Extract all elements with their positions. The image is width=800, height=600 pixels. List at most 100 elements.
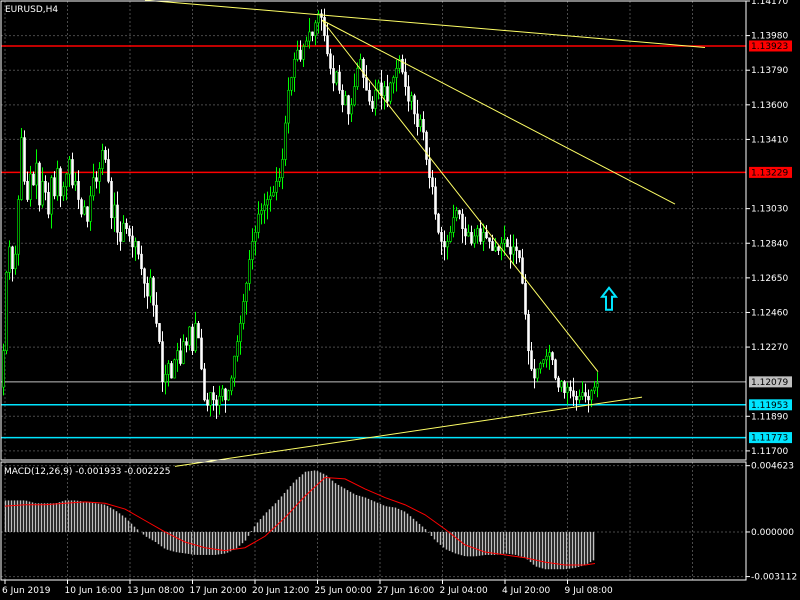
- candle-body: [11, 246, 14, 270]
- candle-body: [503, 239, 506, 244]
- candle-body: [8, 246, 11, 273]
- candle-body: [491, 241, 494, 251]
- candle-body: [191, 326, 194, 352]
- candle-body: [584, 392, 587, 397]
- candle-body: [443, 241, 446, 248]
- candle-body: [212, 392, 215, 401]
- candle-body: [560, 381, 563, 388]
- price-tick-label: 1.14170: [751, 0, 788, 7]
- candle-body: [29, 173, 32, 200]
- candle-body: [170, 363, 173, 379]
- price-tick-label: 1.13790: [751, 66, 788, 76]
- candle-body: [23, 137, 26, 182]
- candle-body: [137, 241, 140, 255]
- candle-body: [242, 301, 245, 324]
- candle-body: [125, 222, 128, 229]
- time-tick-label: 17 Jun 20:00: [190, 586, 247, 596]
- candle-body: [332, 68, 335, 84]
- candle-body: [590, 390, 593, 401]
- candle-body: [122, 222, 125, 242]
- candle-body: [359, 58, 362, 69]
- candle-body: [506, 239, 509, 248]
- candle-body: [350, 104, 353, 115]
- candle-body: [452, 217, 455, 233]
- level-tag-label: 1.11773: [751, 434, 788, 444]
- candle-body: [311, 31, 314, 36]
- candle-body: [467, 232, 470, 237]
- candle-body: [152, 277, 155, 306]
- candle-body: [365, 77, 368, 91]
- time-tick-label: 9 Jul 08:00: [565, 586, 614, 596]
- candle-body: [20, 137, 23, 200]
- candle-body: [308, 31, 311, 42]
- candle-body: [56, 168, 59, 197]
- candle-body: [314, 22, 317, 36]
- price-tick-label: 1.13410: [751, 135, 788, 145]
- candle-body: [425, 131, 428, 160]
- candle-body: [218, 395, 221, 406]
- candle-body: [416, 113, 419, 127]
- candle-body: [26, 181, 29, 200]
- time-tick-label: 2 Jul 04:00: [440, 586, 489, 596]
- macd-tick-label: 0.004623: [751, 462, 794, 472]
- candle-body: [98, 168, 101, 182]
- candle-body: [305, 40, 308, 47]
- candle-body: [281, 159, 284, 178]
- candle-body: [194, 323, 197, 352]
- candle-body: [455, 210, 458, 219]
- candle-body: [548, 352, 551, 357]
- candle-body: [188, 326, 191, 346]
- price-tick-label: 1.12650: [751, 274, 788, 284]
- candle-body: [35, 162, 38, 186]
- candle-body: [239, 323, 242, 342]
- current-price-label: 1.12079: [751, 378, 788, 388]
- candle-body: [473, 235, 476, 244]
- candle-body: [461, 213, 464, 229]
- candle-body: [536, 368, 539, 379]
- price-tick-label: 1.12460: [751, 308, 788, 318]
- candle-body: [434, 186, 437, 215]
- candle-body: [221, 388, 224, 397]
- candle-body: [233, 355, 236, 379]
- candle-body: [161, 341, 164, 382]
- candle-body: [254, 232, 257, 242]
- candle-body: [17, 199, 20, 255]
- candle-body: [428, 159, 431, 178]
- candle-body: [284, 122, 287, 160]
- candle-body: [47, 191, 50, 215]
- candle-body: [374, 89, 377, 109]
- level-tag-label: 1.13229: [751, 168, 788, 178]
- level-tag-label: 1.11953: [751, 401, 788, 411]
- candle-body: [569, 386, 572, 392]
- price-tick-label: 1.11890: [751, 412, 788, 422]
- candle-body: [386, 86, 389, 102]
- candle-body: [290, 77, 293, 91]
- candle-body: [440, 232, 443, 242]
- time-tick-label: 4 Jul 20:00: [502, 586, 551, 596]
- candle-body: [596, 383, 599, 388]
- candle-body: [587, 395, 590, 401]
- candle-body: [395, 68, 398, 78]
- candle-body: [113, 204, 116, 219]
- candle-body: [224, 388, 227, 401]
- candle-body: [83, 206, 86, 215]
- candle-body: [167, 363, 170, 375]
- candle-body: [179, 350, 182, 364]
- price-tick-label: 1.11700: [751, 447, 788, 457]
- candle-body: [149, 277, 152, 297]
- level-tag-label: 1.13923: [751, 42, 788, 52]
- candle-body: [251, 241, 254, 260]
- candle-body: [263, 204, 266, 211]
- candle-body: [527, 313, 530, 352]
- candle-body: [329, 53, 332, 69]
- candle-body: [542, 359, 545, 364]
- candle-body: [497, 246, 500, 251]
- candle-body: [155, 304, 158, 324]
- candle-body: [257, 213, 260, 233]
- candle-body: [458, 210, 461, 215]
- candle-body: [140, 253, 143, 270]
- candle-body: [2, 350, 5, 388]
- candle-body: [14, 253, 17, 270]
- chart-canvas[interactable]: 1.13923 1.13229 1.11953 1.11773 1.12079 1.14…: [0, 0, 800, 600]
- candle-body: [77, 181, 80, 200]
